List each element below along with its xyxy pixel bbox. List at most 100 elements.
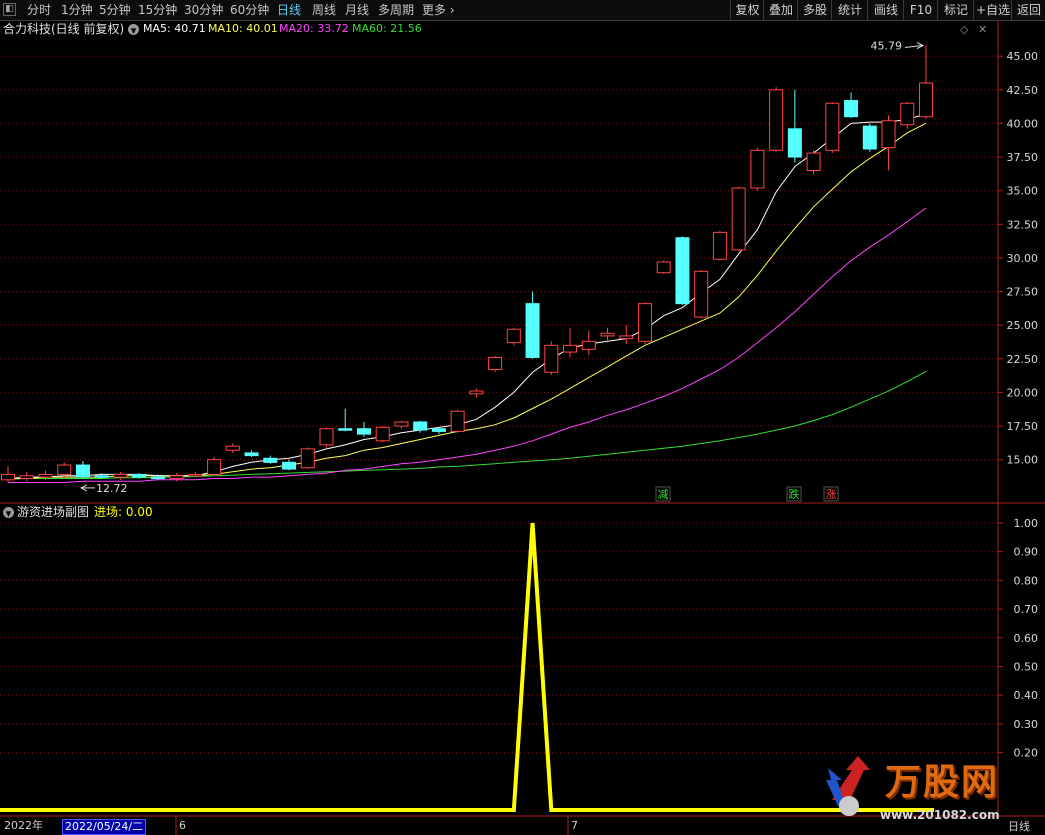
candle-body-34 (637, 303, 652, 342)
price-label-4: 25.00 (1007, 319, 1039, 332)
sub-label-7: 0.30 (1014, 718, 1039, 731)
sub-label-1: 0.90 (1014, 546, 1039, 559)
sub-label-6: 0.40 (1014, 689, 1039, 702)
series-ma20 (8, 207, 927, 483)
toolbar-button-7[interactable]: +自选 (973, 0, 1012, 20)
candle-body-14 (263, 457, 278, 463)
sub-label-0: 1.00 (1014, 517, 1039, 530)
series-ma10 (8, 122, 927, 479)
candle-body-39 (731, 187, 746, 251)
menu-icon[interactable]: ◧ (3, 3, 16, 16)
candle-body-43 (806, 152, 821, 171)
price-label-12: 45.00 (1007, 50, 1039, 63)
signal-label-1: 跌 (789, 487, 800, 501)
signal-label-0: 减 (658, 488, 669, 501)
candle-body-42 (787, 128, 802, 158)
tab-9[interactable]: 多周期 (378, 0, 414, 20)
sub-title: 游资进场副图 (17, 505, 90, 519)
candle-body-36 (675, 237, 690, 305)
tab-7[interactable]: 周线 (312, 0, 336, 20)
toolbar-button-6[interactable]: 标记 (937, 0, 974, 20)
candle-body-21 (394, 421, 409, 427)
candle-body-31 (581, 340, 596, 350)
candle-body-48 (900, 102, 915, 126)
sub-label-5: 0.50 (1014, 661, 1039, 674)
toolbar: ◧ 分时 1分钟 5分钟 15分钟 30分钟 60分钟 日线 周线 月线 多周期 更多 › 复权 叠加 多股… (0, 0, 1045, 21)
xaxis-month-7: 7 (571, 819, 578, 832)
sub-label-4: 0.60 (1014, 632, 1039, 645)
ma-label-2: MA20: 33.72 (279, 22, 349, 35)
price-label-6: 30.00 (1007, 252, 1039, 265)
sub-label-8: 0.20 (1014, 747, 1039, 760)
candle-body-15 (282, 461, 297, 470)
candle-body-49 (919, 82, 933, 118)
candle-body-16 (300, 448, 315, 469)
watermark-url: www.201082.com (880, 808, 1000, 822)
candle-body-26 (488, 356, 503, 371)
tab-4[interactable]: 30分钟 (184, 0, 223, 20)
candle-body-30 (563, 344, 578, 353)
ma-label-1: MA10: 40.01 (208, 22, 278, 35)
tab-3[interactable]: 15分钟 (138, 0, 177, 20)
candle-body-47 (881, 120, 896, 149)
candle-body-25 (469, 390, 484, 395)
sub-label-3: 0.70 (1014, 603, 1039, 616)
price-label-8: 35.00 (1007, 185, 1039, 198)
kline-chart: 15.00 17.50 20.00 22.50 25.00 27.50 30.00 32.50… (0, 21, 1045, 835)
candle-body-6 (113, 473, 128, 478)
toolbar-button-3[interactable]: 统计 (831, 0, 868, 20)
watermark-brand: 万股网 (885, 762, 1000, 803)
candle-body-3 (57, 464, 72, 475)
toolbar-button-2[interactable]: 多股 (797, 0, 832, 20)
tab-1[interactable]: 1分钟 (61, 0, 93, 20)
candle-body-33 (619, 335, 634, 340)
candle-body-46 (862, 125, 877, 150)
candle-body-24 (450, 410, 465, 432)
candle-body-7 (132, 473, 147, 478)
candle-body-23 (431, 428, 446, 432)
sub-value-label: 进场: 0.00 (94, 505, 153, 519)
toolbar-button-1[interactable]: 叠加 (763, 0, 798, 20)
candle-body-5 (94, 475, 109, 478)
sub-label-2: 0.80 (1014, 574, 1039, 587)
candle-body-27 (506, 328, 521, 344)
watermark-coin (839, 796, 859, 816)
toolbar-button-0[interactable]: 复权 (730, 0, 764, 20)
close-icon[interactable]: ✕ (978, 23, 987, 37)
toolbar-button-5[interactable]: F10 (903, 0, 938, 20)
tab-2[interactable]: 5分钟 (99, 0, 131, 20)
xaxis-month-6: 6 (179, 819, 186, 832)
tab-10[interactable]: 更多 › (422, 0, 455, 20)
candle-body-12 (225, 445, 240, 451)
tab-5[interactable]: 60分钟 (230, 0, 269, 20)
candle-body-8 (150, 476, 165, 480)
candle-body-41 (769, 89, 784, 151)
ma-label-0: MA5: 40.71 (143, 22, 206, 35)
candle-body-19 (356, 428, 371, 435)
candle-body-13 (244, 452, 259, 457)
tab-0[interactable]: 分时 (27, 0, 51, 20)
series-ma5 (7, 113, 927, 479)
candle-body-44 (825, 102, 840, 151)
candle-body-11 (207, 459, 222, 475)
chevron-down-icon[interactable]: ▾ (128, 24, 139, 37)
candle-body-20 (375, 426, 390, 442)
candle-body-18 (338, 428, 353, 431)
candle-body-45 (844, 100, 859, 118)
toolbar-button-4[interactable]: 画线 (867, 0, 904, 20)
candle-body-17 (319, 428, 334, 446)
xaxis-year: 2022年 (4, 819, 43, 832)
tab-8[interactable]: 月线 (345, 0, 369, 20)
candle-body-22 (413, 421, 428, 431)
diamond-icon[interactable]: ◇ (960, 23, 968, 37)
low-price-label: 12.72 (96, 482, 128, 495)
candle-body-28 (525, 303, 540, 358)
price-label-9: 37.50 (1007, 151, 1039, 164)
price-label-3: 22.50 (1007, 353, 1039, 366)
price-label-0: 15.00 (1007, 454, 1039, 467)
candle-body-38 (712, 231, 727, 260)
price-label-7: 32.50 (1007, 218, 1039, 231)
tab-6[interactable]: 日线 (277, 0, 301, 20)
toolbar-button-8[interactable]: 返回 (1011, 0, 1045, 20)
sub-chevron-down-icon[interactable]: ▾ (3, 507, 14, 520)
